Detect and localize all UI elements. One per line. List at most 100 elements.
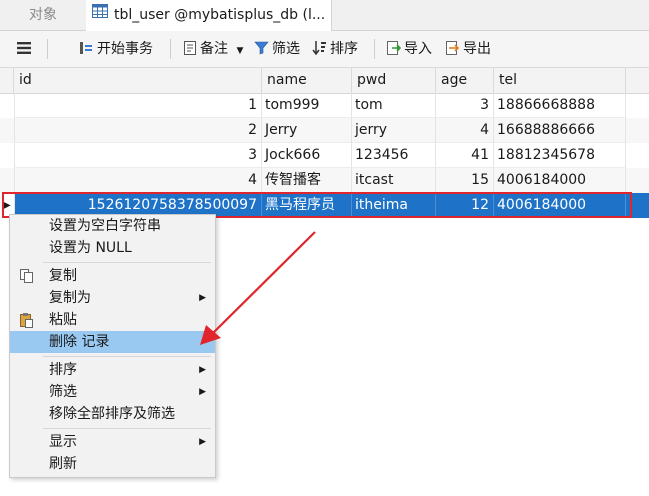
menu-item-label: 排序 — [49, 362, 77, 378]
column-header-name[interactable]: name — [262, 68, 352, 93]
submenu-arrow-icon: ▶ — [199, 365, 206, 375]
table-row[interactable]: 2 Jerry jerry 4 16688886666 — [0, 118, 649, 143]
export-icon — [445, 40, 463, 57]
cell-tel[interactable]: 18812345678 — [494, 143, 626, 168]
import-icon — [386, 40, 404, 57]
row-pointer-icon: ▶ — [3, 200, 11, 211]
cell-age[interactable]: 4 — [436, 118, 494, 143]
cell-name[interactable]: 传智播客 — [262, 168, 352, 193]
menu-separator — [43, 356, 211, 357]
column-header-tel[interactable]: tel — [494, 68, 626, 93]
begin-transaction-label: 开始事务 — [97, 41, 153, 57]
hamburger-icon — [17, 41, 34, 57]
toolbar-separator — [374, 39, 375, 59]
row-selector-header — [0, 68, 14, 93]
menu-item-copy-as[interactable]: 复制为 ▶ — [10, 287, 215, 309]
tab-objects[interactable]: 对象 — [0, 0, 87, 30]
menu-item-filter[interactable]: 筛选 ▶ — [10, 381, 215, 403]
menu-item-label: 删除 记录 — [49, 334, 110, 350]
submenu-arrow-icon: ▶ — [199, 387, 206, 397]
filter-button[interactable]: 筛选 — [254, 31, 300, 67]
cell-age[interactable]: 41 — [436, 143, 494, 168]
row-selector[interactable] — [0, 93, 15, 118]
sort-label: 排序 — [330, 41, 358, 57]
menu-item-display[interactable]: 显示 ▶ — [10, 431, 215, 453]
cell-id[interactable]: 3 — [14, 143, 262, 168]
menu-item-remove-all-sort-filter[interactable]: 移除全部排序及筛选 — [10, 403, 215, 425]
cell-pwd[interactable]: 123456 — [352, 143, 436, 168]
tab-tbl-user-label: tbl_user @mybatisplus_db (l... — [114, 7, 326, 23]
cell-id[interactable]: 2 — [14, 118, 262, 143]
row-selector[interactable] — [0, 168, 15, 193]
cell-id[interactable]: 4 — [14, 168, 262, 193]
toolbar-separator — [170, 39, 171, 59]
cell-tel[interactable]: 4006184000 — [494, 168, 626, 193]
filter-label: 筛选 — [272, 41, 300, 57]
menu-item-label: 移除全部排序及筛选 — [49, 406, 175, 422]
table-icon — [92, 0, 108, 29]
menu-item-label: 显示 — [49, 434, 77, 450]
cell-age[interactable]: 3 — [436, 93, 494, 118]
export-button[interactable]: 导出 — [445, 31, 491, 67]
sort-icon — [312, 41, 330, 57]
cell-tel[interactable]: 16688886666 — [494, 118, 626, 143]
cell-age[interactable]: 12 — [436, 193, 494, 218]
cell-pwd[interactable]: tom — [352, 93, 436, 118]
submenu-arrow-icon: ▶ — [199, 437, 206, 447]
tab-tbl-user[interactable]: tbl_user @mybatisplus_db (l... — [86, 0, 332, 31]
cell-name[interactable]: Jock666 — [262, 143, 352, 168]
transaction-icon — [78, 41, 97, 57]
menu-item-label: 复制为 — [49, 290, 91, 306]
tab-bar: 对象 tbl_user @mybatisplus_db (l... — [0, 0, 649, 31]
cell-id[interactable]: 1 — [14, 93, 262, 118]
menu-item-copy[interactable]: 复制 — [10, 265, 215, 287]
grid-header: id name pwd age tel — [0, 68, 649, 94]
menu-item-paste[interactable]: 粘贴 — [10, 309, 215, 331]
table-row[interactable]: 3 Jock666 123456 41 18812345678 — [0, 143, 649, 168]
export-label: 导出 — [463, 41, 491, 57]
context-menu: 设置为空白字符串 设置为 NULL 复制 复制为 ▶ 粘贴 删除 记录 排序 ▶… — [9, 214, 216, 478]
menu-item-label: 设置为空白字符串 — [49, 218, 161, 234]
memo-button[interactable]: 备注 ▼ — [183, 31, 243, 67]
menu-item-set-empty-string[interactable]: 设置为空白字符串 — [10, 215, 215, 237]
row-selector[interactable] — [0, 118, 15, 143]
filter-icon — [254, 41, 272, 57]
cell-name[interactable]: Jerry — [262, 118, 352, 143]
menu-item-label: 设置为 NULL — [49, 240, 132, 256]
memo-icon — [183, 40, 200, 57]
column-header-pwd[interactable]: pwd — [352, 68, 436, 93]
import-label: 导入 — [404, 41, 432, 57]
table-row[interactable]: 4 传智播客 itcast 15 4006184000 — [0, 168, 649, 193]
toolbar: 开始事务 备注 ▼ 筛选 排序 导入 导出 — [0, 31, 649, 68]
cell-tel[interactable]: 18866668888 — [494, 93, 626, 118]
menu-button[interactable] — [17, 31, 34, 67]
cell-pwd[interactable]: jerry — [352, 118, 436, 143]
menu-item-refresh[interactable]: 刷新 — [10, 453, 215, 475]
import-button[interactable]: 导入 — [386, 31, 432, 67]
cell-pwd[interactable]: itcast — [352, 168, 436, 193]
cell-name[interactable]: 黑马程序员 — [262, 193, 352, 218]
menu-item-label: 粘贴 — [49, 312, 77, 328]
menu-item-sort[interactable]: 排序 ▶ — [10, 359, 215, 381]
submenu-arrow-icon: ▶ — [199, 293, 206, 303]
chevron-down-icon: ▼ — [236, 46, 244, 56]
cell-name[interactable]: tom999 — [262, 93, 352, 118]
menu-item-label: 筛选 — [49, 384, 77, 400]
cell-pwd[interactable]: itheima — [352, 193, 436, 218]
begin-transaction-button[interactable]: 开始事务 — [78, 31, 153, 67]
menu-item-set-null[interactable]: 设置为 NULL — [10, 237, 215, 259]
memo-label: 备注 — [200, 41, 228, 57]
column-header-age[interactable]: age — [436, 68, 494, 93]
row-selector[interactable] — [0, 143, 15, 168]
menu-item-label: 刷新 — [49, 456, 77, 472]
menu-item-delete-record[interactable]: 删除 记录 — [10, 331, 215, 353]
cell-tel[interactable]: 4006184000 — [494, 193, 626, 218]
menu-separator — [43, 428, 211, 429]
table-row[interactable]: 1 tom999 tom 3 18866668888 — [0, 93, 649, 118]
menu-separator — [43, 262, 211, 263]
cell-age[interactable]: 15 — [436, 168, 494, 193]
toolbar-separator — [47, 39, 48, 59]
sort-button[interactable]: 排序 — [312, 31, 358, 67]
menu-item-label: 复制 — [49, 268, 77, 284]
column-header-id[interactable]: id — [14, 68, 262, 93]
